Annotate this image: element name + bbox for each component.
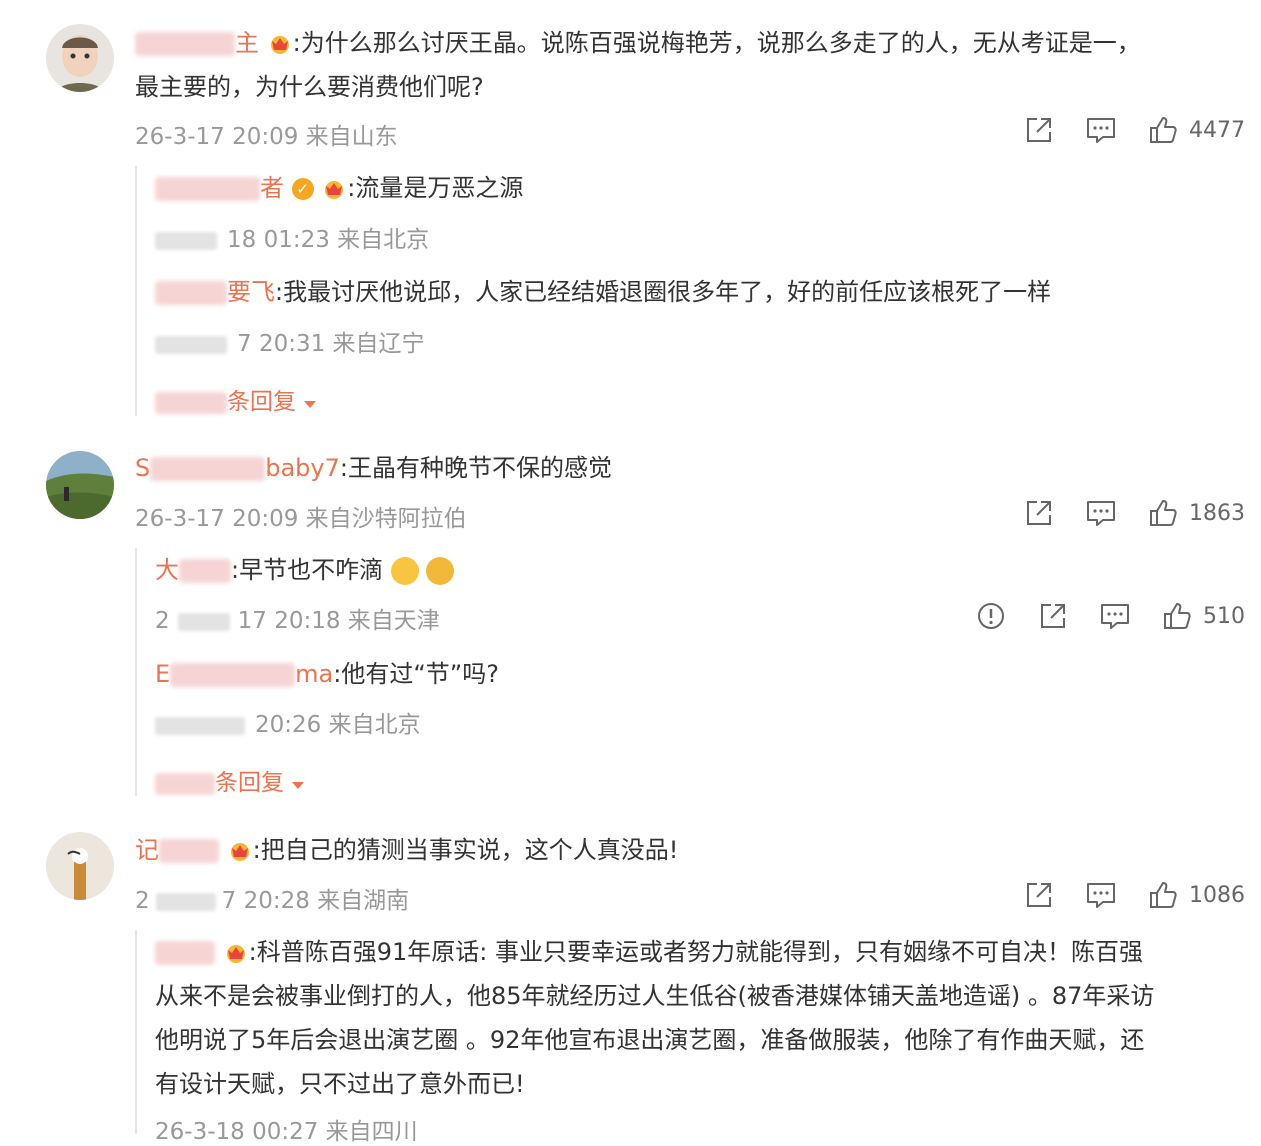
verified-badge-icon: ✓ (291, 178, 314, 200)
comment-meta: 27 20:28 来自湖南 (135, 888, 410, 914)
caret-down-icon (291, 780, 305, 790)
like-count: 1086 (1189, 882, 1245, 908)
reply-meta: 7 20:31 来自辽宁 (155, 324, 425, 358)
like-button[interactable]: 1086 (1147, 879, 1245, 911)
share-button[interactable] (1023, 114, 1055, 146)
crown-badge-icon (223, 942, 249, 964)
more-replies-link[interactable]: 条回复 (155, 763, 305, 797)
avatar[interactable] (46, 832, 114, 900)
emoji-icon (426, 557, 455, 585)
comment-meta: 26-3-17 20:09 来自沙特阿拉伯 (135, 506, 467, 532)
like-icon (1161, 600, 1193, 632)
crown-badge-icon (267, 33, 293, 55)
like-button[interactable]: 1863 (1147, 497, 1245, 529)
crown-badge-icon (227, 840, 253, 862)
reply-text: Ema:他有过“节”吗? (155, 660, 499, 688)
share-button[interactable] (1023, 879, 1055, 911)
share-icon (1023, 114, 1055, 146)
emoji-icon (390, 557, 419, 585)
reply-meta: 20:26 来自北京 (155, 705, 421, 739)
reply-text: 大:早节也不咋滴 (155, 548, 1231, 592)
username[interactable]: 主 (135, 29, 259, 57)
comment-icon (1085, 879, 1117, 911)
more-replies-link[interactable]: 条回复 (155, 382, 317, 416)
reply-meta: 2 17 20:18 来自天津 (155, 608, 440, 634)
username[interactable]: 大 (155, 556, 231, 584)
comment-text: 主 :为什么那么讨厌王晶。说陈百强说梅艳芳，说那么多走了的人，无从考证是一， 最… (135, 29, 1141, 101)
share-button[interactable] (1023, 497, 1055, 529)
comment-text: 记 :把自己的猜测当事实说，这个人真没品! (135, 836, 679, 864)
share-button[interactable] (1037, 600, 1069, 632)
reply-button[interactable] (1085, 114, 1117, 146)
comment-icon (1085, 497, 1117, 529)
avatar[interactable] (46, 451, 114, 519)
like-icon (1147, 114, 1179, 146)
comment-text: Sbaby7:王晶有种晚节不保的感觉 (135, 454, 612, 482)
report-button[interactable] (975, 600, 1007, 632)
share-icon (1023, 497, 1055, 529)
reply-button[interactable] (1099, 600, 1131, 632)
username[interactable]: 者 (155, 174, 284, 202)
username[interactable] (155, 938, 215, 966)
share-icon (1023, 879, 1055, 911)
caret-down-icon (303, 399, 317, 409)
reply-meta: 18 01:23 来自北京 (155, 220, 429, 254)
like-count: 1863 (1189, 500, 1245, 526)
reply-button[interactable] (1085, 879, 1117, 911)
reply-meta: 26-3-18 00:27 来自四川 (155, 1119, 418, 1145)
reply-text: :科普陈百强91年原话: 事业只要幸运或者努力就能得到，只有姻缘不可自决！陈百强… (155, 938, 1155, 1098)
like-icon (1147, 879, 1179, 911)
reply-text: 者 ✓ :流量是万恶之源 (155, 166, 1231, 210)
comment-icon (1099, 600, 1131, 632)
report-icon (975, 600, 1007, 632)
like-button[interactable]: 510 (1161, 600, 1245, 632)
comment-meta: 26-3-17 20:09 来自山东 (135, 124, 398, 150)
reply-text: 要飞:我最讨厌他说邱，人家已经结婚退圈很多年了，好的前任应该根死了一样 (155, 270, 1231, 314)
crown-badge-icon (321, 178, 347, 200)
like-icon (1147, 497, 1179, 529)
username[interactable]: Ema (155, 660, 333, 688)
avatar[interactable] (46, 24, 114, 92)
username[interactable]: 记 (135, 836, 219, 864)
like-count: 4477 (1189, 117, 1245, 143)
username[interactable]: Sbaby7 (135, 454, 340, 482)
username[interactable]: 要飞 (155, 278, 275, 306)
like-button[interactable]: 4477 (1147, 114, 1245, 146)
reply-button[interactable] (1085, 497, 1117, 529)
share-icon (1037, 600, 1069, 632)
comment-icon (1085, 114, 1117, 146)
like-count: 510 (1203, 603, 1245, 629)
